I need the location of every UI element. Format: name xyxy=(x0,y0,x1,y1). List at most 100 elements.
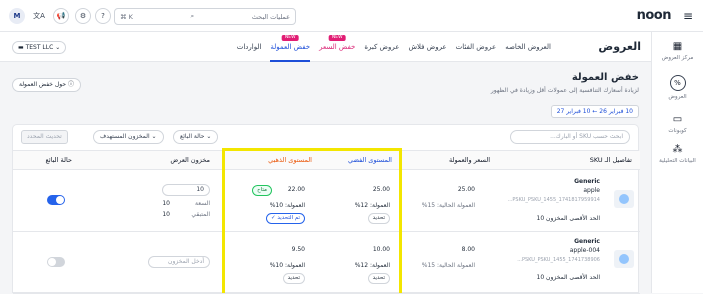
available-badge: متاح xyxy=(252,185,272,196)
current-commission: العمولة الحالية: 15% xyxy=(421,262,475,269)
store-name: TEST LLC xyxy=(25,44,54,51)
sidebar-item-label: البيانات التحليلية xyxy=(659,158,696,164)
translate-icon[interactable]: 文A xyxy=(31,8,47,24)
avatar[interactable]: M xyxy=(9,8,25,24)
brand: Generic xyxy=(574,178,600,185)
main-content: خفض العمولة لزيادة أسعارك التنافسية إلى … xyxy=(0,62,651,294)
tab-label: خفض العمولة xyxy=(270,43,311,51)
analytics-icon: ⁂ xyxy=(672,144,683,155)
sku-search-input[interactable]: ابحث حسب SKU أو البارك... xyxy=(510,130,630,144)
capacity-value: 10 xyxy=(162,200,170,207)
table-row: Generic apple-004 PSKU_PSKU_1455_1741738… xyxy=(13,232,640,294)
top-bar: ≡ noon عمليات البحث ⌕ K ⌘ ? ⚙ 📢 文A M xyxy=(0,0,703,32)
sku-table: تفاصيل الـ SKU السعر والعمولة المستوى ال… xyxy=(12,150,640,294)
filter-bar: ابحث حسب SKU أو البارك... ⌄ حالة البائع … xyxy=(12,124,639,150)
current-price: 8.00 xyxy=(461,246,475,253)
product-image xyxy=(614,190,634,208)
product-code: PSKU_PSKU_1455_1741738906... xyxy=(517,257,600,263)
gold-price: 22.00 xyxy=(287,186,305,193)
tab-label: خفض السعر xyxy=(319,43,356,51)
sidebar-item-coupons[interactable]: ▭ كوبونات xyxy=(652,114,703,134)
remaining-value: 10 xyxy=(162,211,170,218)
notification-icon[interactable]: ⚙ xyxy=(75,8,91,24)
offer-stock-input[interactable]: 10 xyxy=(162,184,210,196)
silver-commission: العمولة: 12% xyxy=(354,262,390,269)
stock-dropdown[interactable]: ⌄ المخزون المستهدف xyxy=(93,130,164,144)
tab-special-offers[interactable]: العروض الخاصه xyxy=(505,32,551,62)
date-range-chip[interactable]: 10 فبراير 26 ← 10 فبراير 27 xyxy=(550,105,639,118)
search-input[interactable]: عمليات البحث ⌕ K ⌘ xyxy=(114,8,296,25)
tab-imports[interactable]: الواردات xyxy=(237,32,262,62)
search-shortcut: K ⌘ xyxy=(120,12,133,21)
product-name: apple-004 xyxy=(569,247,600,254)
table-row: Generic apple PSKU_PSKU_1455_17418179599… xyxy=(13,170,640,232)
product-code: PSKU_PSKU_1455_1741817959914... xyxy=(507,197,600,203)
gold-selected-button[interactable]: تم التحديد ✓ xyxy=(265,213,305,224)
tab-category-offers[interactable]: عروض الفئات xyxy=(456,32,497,62)
gold-select-button[interactable]: تحديد xyxy=(282,273,305,284)
dropdown-label: المخزون المستهدف xyxy=(100,133,150,140)
gold-commission: العمولة: 10% xyxy=(269,202,305,209)
sidebar-item-label: العروض xyxy=(668,94,687,100)
silver-select-button[interactable]: تحديد xyxy=(367,213,390,224)
product-name: apple xyxy=(583,187,600,194)
seller-status-dropdown[interactable]: ⌄ حالة البائع xyxy=(173,130,219,144)
chevron-down-icon: ⌄ xyxy=(151,133,157,140)
col-sku: تفاصيل الـ SKU xyxy=(589,156,632,164)
current-price: 25.00 xyxy=(457,186,475,193)
new-badge: NEW xyxy=(328,35,346,41)
silver-price: 25.00 xyxy=(372,186,390,193)
sub-header: العروض العروض الخاصه عروض الفئات عروض فل… xyxy=(0,32,651,62)
flag-icon: ▬ xyxy=(18,44,24,51)
silver-select-button[interactable]: تحديد xyxy=(367,273,390,284)
sidebar: ▦ مركز العروض % العروض ▭ كوبونات ⁂ البيا… xyxy=(651,32,703,293)
section-title: العروض xyxy=(598,40,641,53)
sidebar-item-offers[interactable]: % العروض xyxy=(652,75,703,100)
col-silver: المستوى الفضي xyxy=(348,156,392,164)
about-label: حول خفض العمولة xyxy=(19,81,67,88)
new-badge: NEW xyxy=(281,35,299,41)
col-price: السعر والعمولة xyxy=(448,156,490,164)
tab-big-offers[interactable]: عروض كبرة xyxy=(364,32,399,62)
seller-status-toggle[interactable] xyxy=(47,195,65,205)
product-image xyxy=(614,250,634,268)
tab-commission-reduction[interactable]: NEW خفض العمولة xyxy=(270,32,311,62)
col-offer-stock: مخزون العرض xyxy=(170,156,210,164)
percent-icon: % xyxy=(669,75,686,91)
sidebar-item-label: كوبونات xyxy=(668,128,687,134)
search-placeholder: عمليات البحث xyxy=(251,12,290,21)
info-icon: ⓘ xyxy=(68,81,75,88)
sidebar-item-offers-center[interactable]: ▦ مركز العروض xyxy=(652,41,703,61)
brand: Generic xyxy=(574,238,600,245)
search-icon: ⌕ xyxy=(190,12,195,20)
store-selector[interactable]: ⌄ TEST LLC ▬ xyxy=(12,41,67,54)
logo[interactable]: noon xyxy=(637,8,672,23)
help-icon[interactable]: ? xyxy=(95,8,111,24)
max-stock: الحد الأقصى المخزون 10 xyxy=(536,215,601,222)
about-commission-button[interactable]: ⓘ حول خفض العمولة xyxy=(12,78,82,92)
tab-price-reduction[interactable]: NEW خفض السعر xyxy=(319,32,355,62)
announcement-icon[interactable]: 📢 xyxy=(53,8,69,24)
ticket-icon: ▭ xyxy=(672,114,683,125)
gold-price: 9.50 xyxy=(291,246,305,253)
offer-stock-input[interactable]: أدخل المخزون xyxy=(148,256,210,268)
page-title: خفض العمولة xyxy=(571,72,639,83)
capacity-label: السعة xyxy=(195,200,210,207)
grid-icon: ▦ xyxy=(672,41,683,52)
seller-status-toggle[interactable] xyxy=(47,257,65,267)
sidebar-item-analytics[interactable]: ⁂ البيانات التحليلية xyxy=(652,144,703,164)
col-gold: المستوى الذهبي xyxy=(268,156,312,164)
chevron-down-icon: ⌄ xyxy=(206,133,212,140)
menu-icon[interactable]: ≡ xyxy=(683,9,693,23)
update-selected-button[interactable]: تحديث المحدد xyxy=(21,130,68,144)
tab-flash-offers[interactable]: عروض فلاش xyxy=(408,32,446,62)
col-seller-status: حالة البائع xyxy=(45,156,72,164)
tab-bar: العروض الخاصه عروض الفئات عروض فلاش عروض… xyxy=(237,32,551,62)
gold-commission: العمولة: 10% xyxy=(269,262,305,269)
silver-price: 10.00 xyxy=(372,246,390,253)
remaining-label: المتبقي xyxy=(191,211,210,218)
max-stock: الحد الأقصى المخزون 10 xyxy=(536,274,601,281)
sidebar-item-label: مركز العروض xyxy=(661,55,694,61)
dropdown-label: حالة البائع xyxy=(180,133,205,140)
silver-commission: العمولة: 12% xyxy=(354,202,390,209)
